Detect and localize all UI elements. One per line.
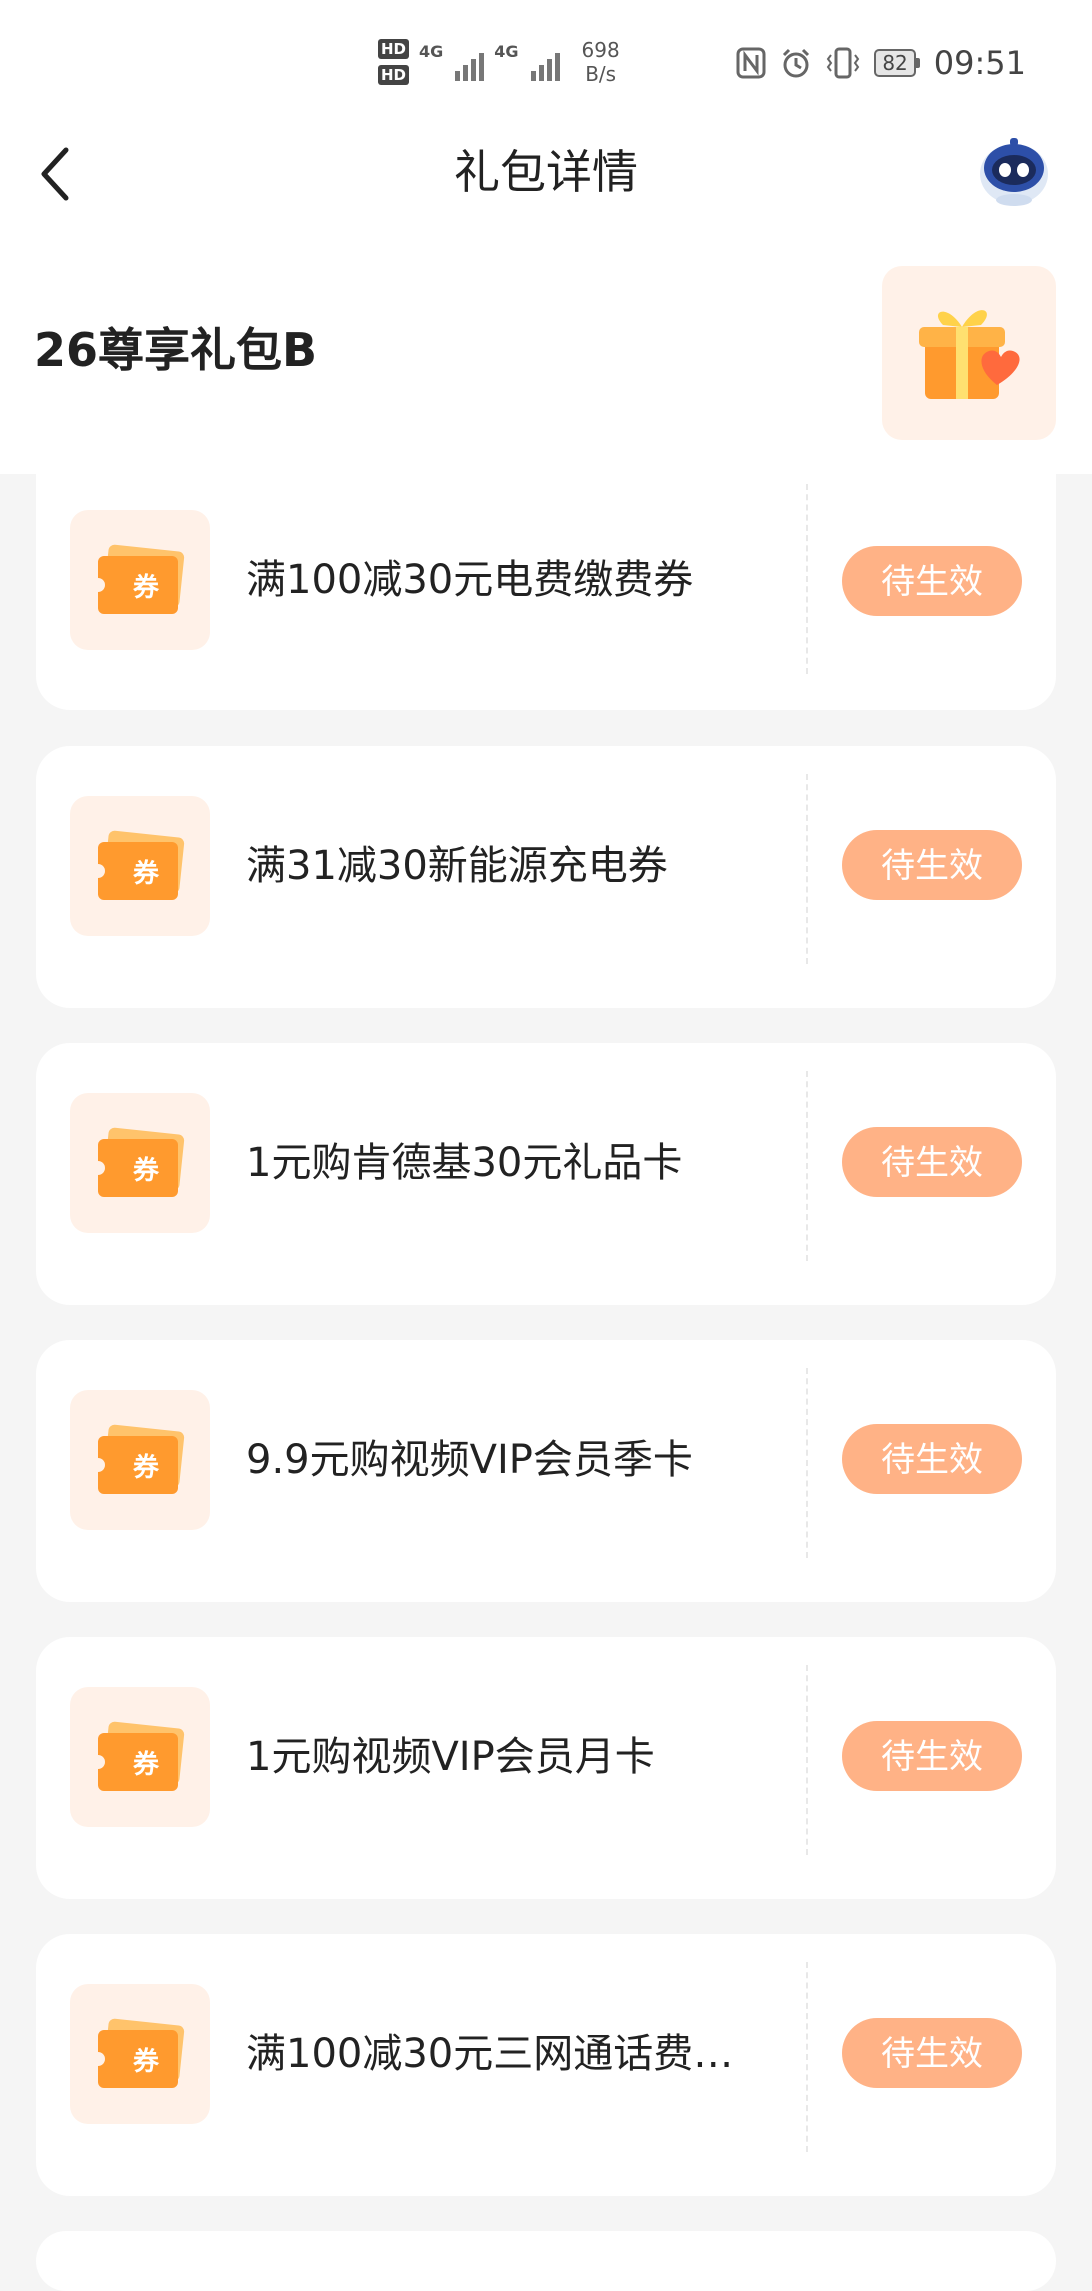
coupon-icon: 券 <box>70 1984 210 2124</box>
coupon-status-button[interactable]: 待生效 <box>842 1127 1022 1197</box>
coupon-title: 9.9元购视频VIP会员季卡 <box>246 1437 693 1483</box>
coupon-card[interactable]: 券 满100减30元电费缴费券 待生效 <box>36 474 1056 710</box>
alarm-icon <box>783 48 810 78</box>
clock: 09:51 <box>933 44 1026 82</box>
status-bar: HD HD 4G 4G 698 B/s 82 09:51 <box>0 0 1092 122</box>
dashed-divider <box>806 1368 808 1558</box>
system-indicators: 82 09:51 <box>736 44 1026 82</box>
coupon-title: 满100减30元电费缴费券 <box>246 557 694 603</box>
gift-package-name: 26尊享礼包B <box>34 323 318 377</box>
network-type-2: 4G <box>494 42 519 61</box>
hd-badge-1: HD <box>378 39 410 59</box>
dashed-divider <box>806 1071 808 1261</box>
coupon-status-button[interactable]: 待生效 <box>842 1424 1022 1494</box>
network-speed: 698 B/s <box>582 38 620 86</box>
nfc-icon <box>736 47 766 79</box>
network-speed-value: 698 <box>581 38 620 62</box>
coupon-icon: 券 <box>70 796 210 936</box>
coupon-icon: 券 <box>70 1093 210 1233</box>
dashed-divider <box>806 1962 808 2152</box>
coupon-title: 1元购视频VIP会员月卡 <box>246 1734 655 1780</box>
coupon-title: 满100减30元三网通话费… <box>246 2031 734 2077</box>
coupon-card[interactable]: 券 满100减30元三网通话费… 待生效 <box>36 1934 1056 2196</box>
coupon-icon-label: 券 <box>133 859 160 889</box>
gift-box-icon <box>882 266 1056 440</box>
coupon-status-button[interactable]: 待生效 <box>842 830 1022 900</box>
coupon-icon-label: 券 <box>133 1453 160 1483</box>
hd-badge-2: HD <box>378 65 410 85</box>
coupon-title: 1元购肯德基30元礼品卡 <box>246 1140 683 1186</box>
dashed-divider <box>806 774 808 964</box>
coupon-icon-label: 券 <box>133 2047 160 2077</box>
gift-package-header: 26尊享礼包B <box>0 242 1092 474</box>
coupon-status-button[interactable]: 待生效 <box>842 1721 1022 1791</box>
coupon-card[interactable]: 券 满31减30新能源充电券 待生效 <box>36 746 1056 1008</box>
battery-icon: 82 <box>874 49 920 77</box>
battery-level: 82 <box>874 49 916 77</box>
coupon-title: 满31减30新能源充电券 <box>246 843 668 889</box>
coupon-icon-label: 券 <box>133 1750 160 1780</box>
signal-icon-2 <box>530 43 560 81</box>
dashed-divider <box>806 484 808 674</box>
coupon-card[interactable]: 券 1元购肯德基30元礼品卡 待生效 <box>36 1043 1056 1305</box>
coupon-status-button[interactable]: 待生效 <box>842 2018 1022 2088</box>
signal-icon <box>455 43 485 81</box>
coupon-icon: 券 <box>70 510 210 650</box>
network-indicators: HD HD 4G 4G 698 B/s <box>378 38 620 86</box>
coupon-icon: 券 <box>70 1390 210 1530</box>
coupon-card-partial[interactable] <box>36 2231 1056 2291</box>
vibrate-icon <box>827 47 860 79</box>
coupon-status-button[interactable]: 待生效 <box>842 546 1022 616</box>
coupon-card[interactable]: 券 1元购视频VIP会员月卡 待生效 <box>36 1637 1056 1899</box>
network-type-1: 4G <box>419 42 444 61</box>
dashed-divider <box>806 1665 808 1855</box>
robot-assistant-icon[interactable] <box>974 130 1054 210</box>
page-title: 礼包详情 <box>454 145 638 199</box>
coupon-icon: 券 <box>70 1687 210 1827</box>
network-speed-unit: B/s <box>585 62 617 86</box>
coupon-card[interactable]: 券 9.9元购视频VIP会员季卡 待生效 <box>36 1340 1056 1602</box>
coupon-icon-label: 券 <box>133 1156 160 1186</box>
coupon-icon-label: 券 <box>133 573 160 603</box>
navigation-bar: 礼包详情 <box>0 122 1092 242</box>
